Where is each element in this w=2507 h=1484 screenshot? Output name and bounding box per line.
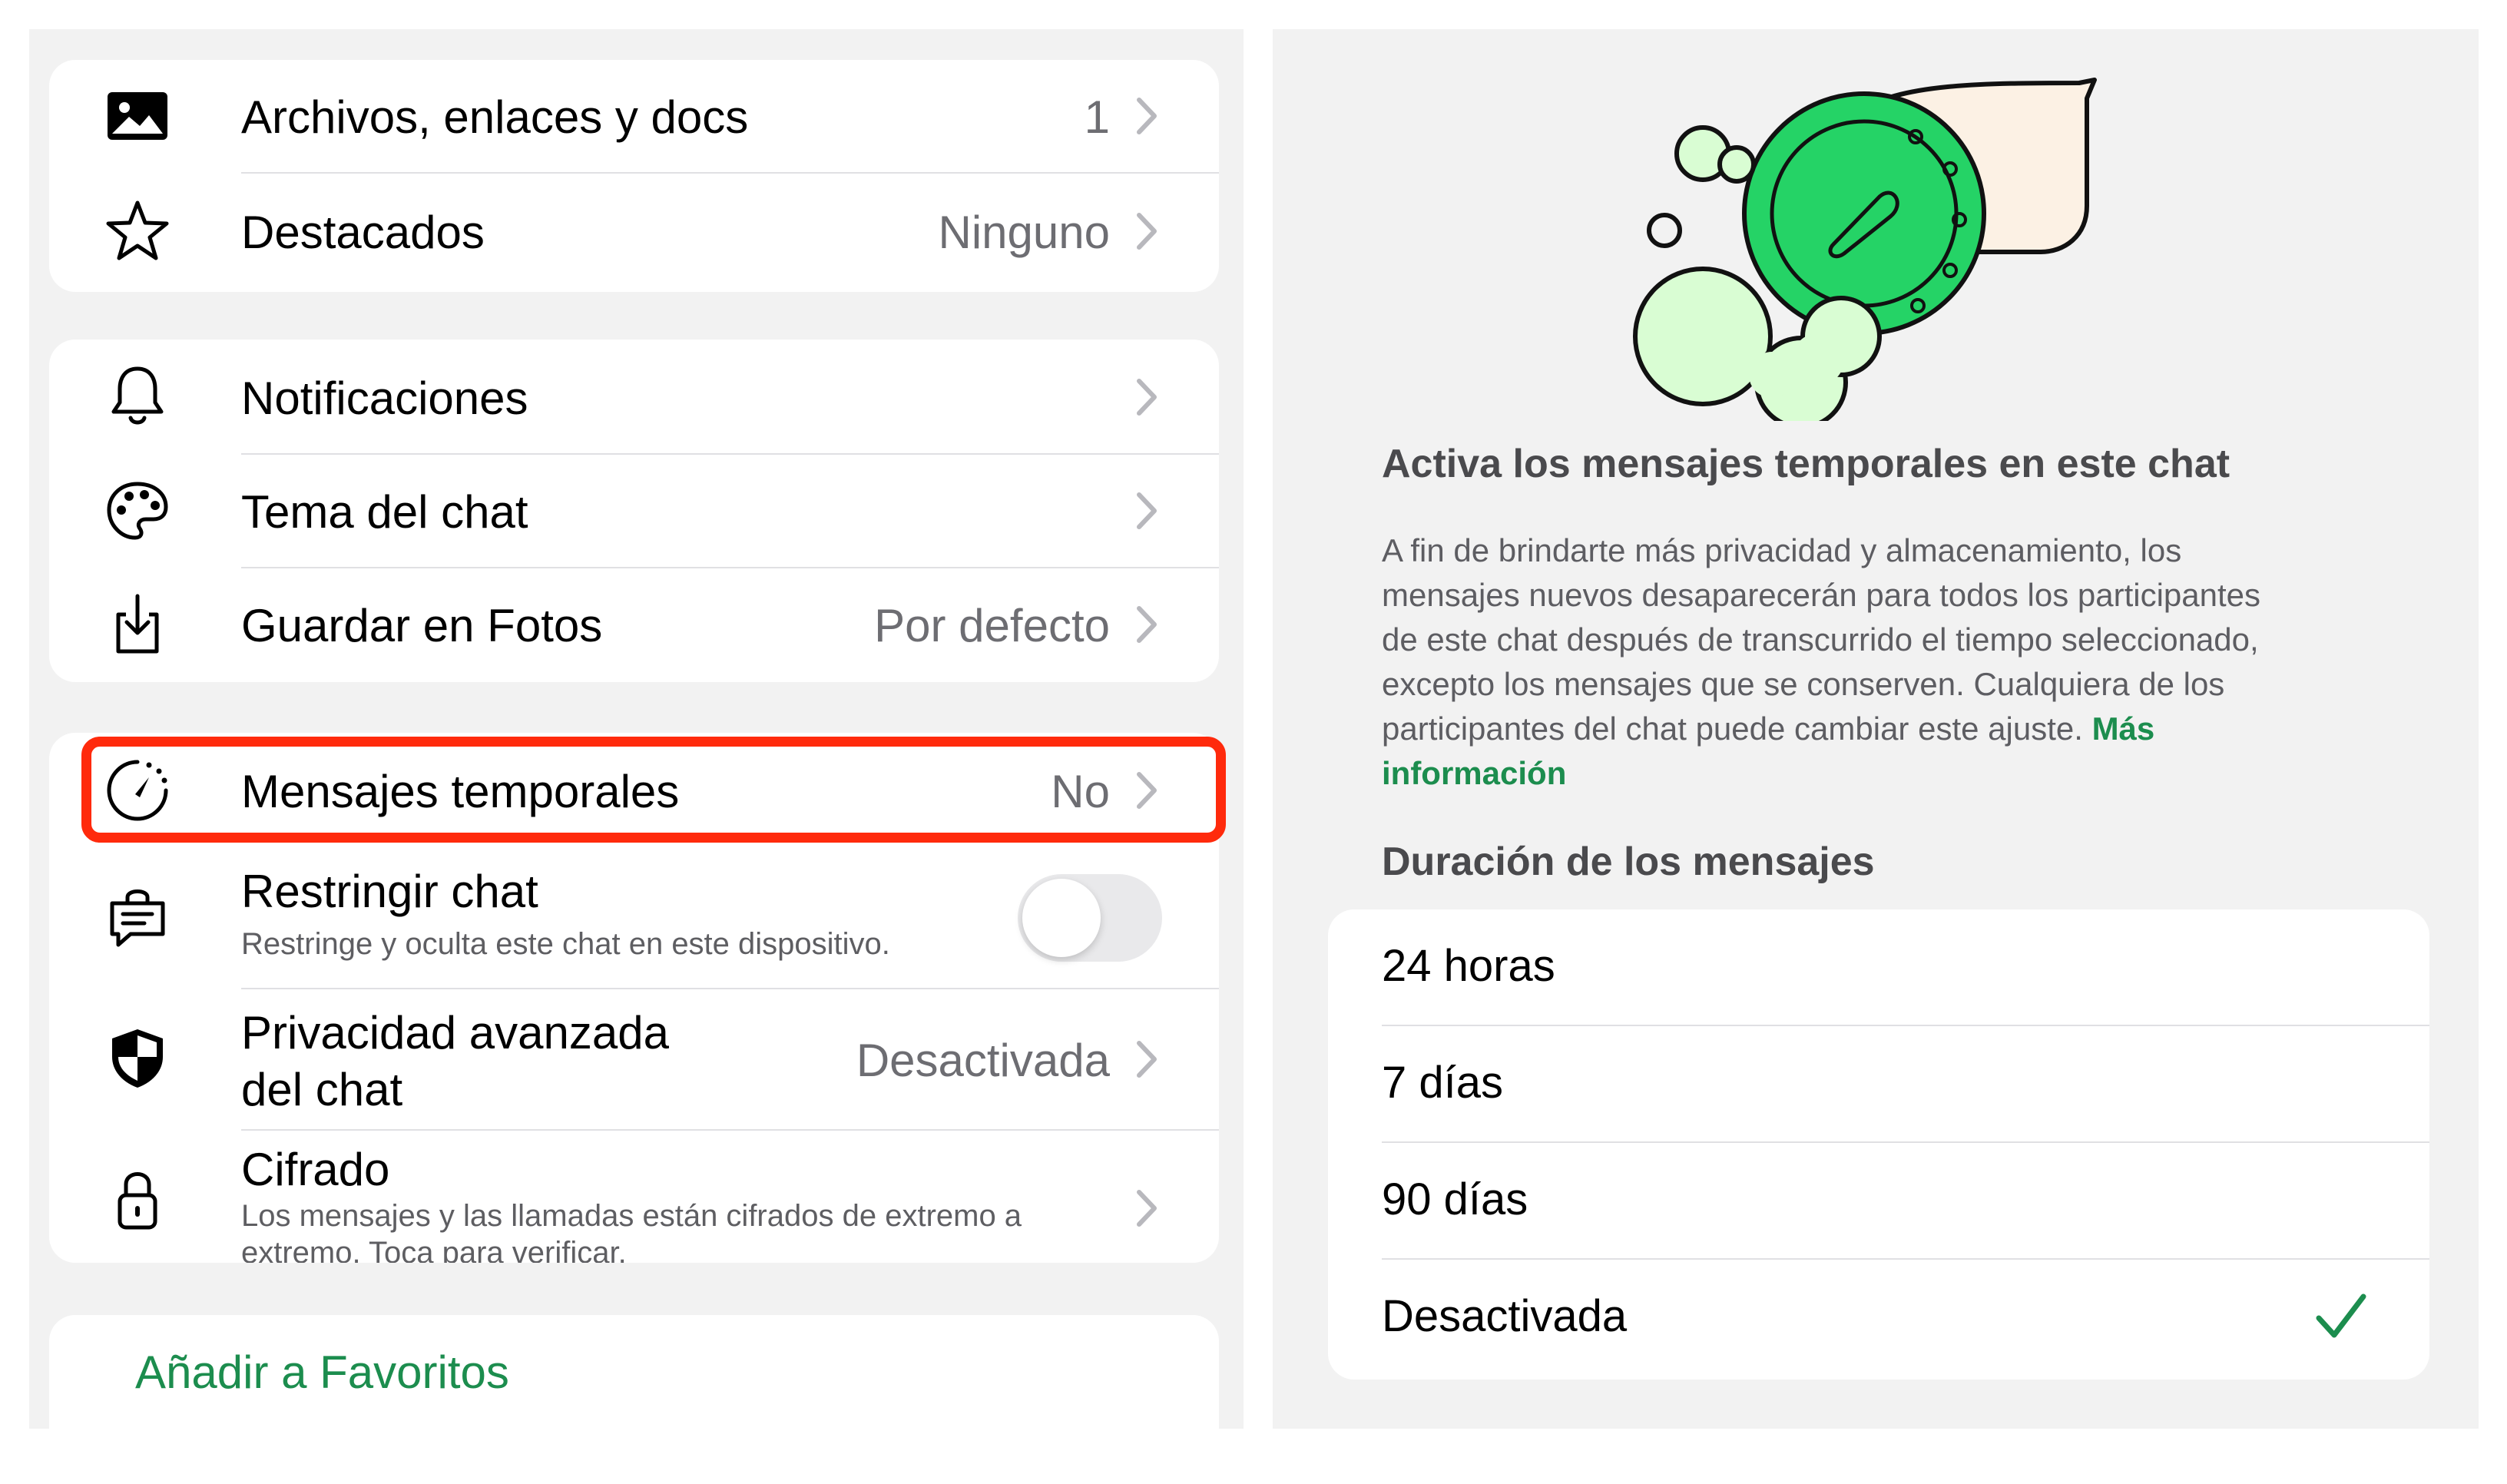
add-to-favorites-button[interactable]: Añadir a Favoritos — [135, 1346, 509, 1399]
option-off[interactable]: Desactivada — [1328, 1260, 2429, 1380]
description-line: mensajes nuevos desaparecerán para todos… — [1382, 577, 2261, 613]
media-label: Archivos, enlaces y docs — [241, 91, 749, 143]
favorites-group: Añadir a Favoritos — [49, 1315, 1219, 1484]
option-label: Desactivada — [1382, 1291, 1628, 1341]
option-7-days[interactable]: 7 días — [1328, 1026, 2429, 1143]
palette-icon — [104, 478, 171, 544]
encryption-label: Cifrado — [241, 1144, 390, 1195]
highlight-annotation — [81, 737, 1226, 843]
save-photos-value: Por defecto — [874, 600, 1110, 651]
restrict-toggle[interactable] — [1018, 874, 1162, 962]
encryption-subtitle-line2: extremo. Toca para verificar. — [241, 1236, 627, 1263]
row-encryption[interactable]: Cifrado Los mensajes y las llamadas está… — [49, 1131, 1219, 1263]
chevron-right-icon — [1131, 602, 1162, 647]
bell-icon — [104, 363, 171, 429]
lock-icon — [104, 1166, 171, 1232]
chevron-right-icon — [1131, 375, 1162, 419]
media-group: Archivos, enlaces y docs 1 Destacados Ni… — [49, 60, 1219, 292]
advanced-privacy-label-line2: del chat — [241, 1064, 403, 1115]
photo-icon — [104, 83, 171, 149]
media-count: 1 — [1084, 91, 1110, 143]
chevron-right-icon — [1131, 1037, 1162, 1082]
save-photos-label: Guardar en Fotos — [241, 600, 603, 651]
timer-illustration — [1603, 52, 2125, 421]
section-title: Activa los mensajes temporales en este c… — [1382, 442, 2230, 486]
row-chat-theme[interactable]: Tema del chat — [49, 455, 1219, 567]
option-label: 90 días — [1382, 1174, 1528, 1224]
row-advanced-privacy[interactable]: Privacidad avanzada del chat Desactivada — [49, 989, 1219, 1129]
description-text: A fin de brindarte más privacidad y alma… — [1382, 528, 2426, 796]
theme-label: Tema del chat — [241, 486, 528, 538]
restrict-subtitle: Restringe y oculta este chat en este dis… — [241, 927, 890, 961]
description-line: A fin de brindarte más privacidad y alma… — [1382, 532, 2182, 568]
notifications-label: Notificaciones — [241, 373, 528, 424]
star-icon — [104, 198, 171, 264]
download-icon — [104, 591, 171, 658]
settings-group: Notificaciones Tema del chat Guardar en … — [49, 340, 1219, 682]
starred-label: Destacados — [241, 207, 485, 258]
duration-header: Duración de los mensajes — [1382, 840, 1875, 884]
shield-icon — [104, 1025, 171, 1091]
restrict-label: Restringir chat — [241, 866, 538, 917]
chat-info-panel: Archivos, enlaces y docs 1 Destacados Ni… — [29, 29, 1244, 1484]
option-label: 24 horas — [1382, 941, 1555, 991]
row-media[interactable]: Archivos, enlaces y docs 1 — [49, 60, 1219, 172]
description-line-with-link: participantes del chat puede cambiar est… — [1382, 707, 2426, 751]
chevron-right-icon — [1131, 209, 1162, 253]
starred-value: Ninguno — [938, 207, 1110, 258]
description-line: excepto los mensajes que se conserven. C… — [1382, 666, 2225, 702]
option-90-days[interactable]: 90 días — [1328, 1143, 2429, 1260]
duration-options: 24 horas 7 días 90 días Desactivada — [1328, 909, 2429, 1380]
advanced-privacy-value: Desactivada — [856, 1035, 1110, 1086]
row-starred[interactable]: Destacados Ninguno — [49, 174, 1219, 292]
disappearing-messages-panel: Activa los mensajes temporales en este c… — [1273, 29, 2479, 1429]
more-info-link[interactable]: Más — [2092, 711, 2155, 747]
advanced-privacy-label-line1: Privacidad avanzada — [241, 1007, 670, 1058]
row-notifications[interactable]: Notificaciones — [49, 340, 1219, 453]
chevron-right-icon — [1131, 489, 1162, 533]
chevron-right-icon — [1131, 94, 1162, 138]
encryption-subtitle-line1: Los mensajes y las llamadas están cifrad… — [241, 1199, 1022, 1233]
toggle-knob — [1022, 879, 1101, 957]
checkmark-icon — [2316, 1294, 2366, 1338]
row-save-photos[interactable]: Guardar en Fotos Por defecto — [49, 568, 1219, 682]
description-line: participantes del chat puede cambiar est… — [1382, 711, 2083, 747]
chevron-right-icon — [1131, 1186, 1162, 1231]
option-label: 7 días — [1382, 1058, 1503, 1108]
more-info-link-continued[interactable]: información — [1382, 755, 1566, 791]
option-24-hours[interactable]: 24 horas — [1328, 909, 2429, 1026]
locked-chat-icon — [104, 883, 171, 949]
description-line: de este chat después de transcurrido el … — [1382, 621, 2259, 658]
row-restrict-chat: Restringir chat Restringe y oculta este … — [49, 848, 1219, 988]
